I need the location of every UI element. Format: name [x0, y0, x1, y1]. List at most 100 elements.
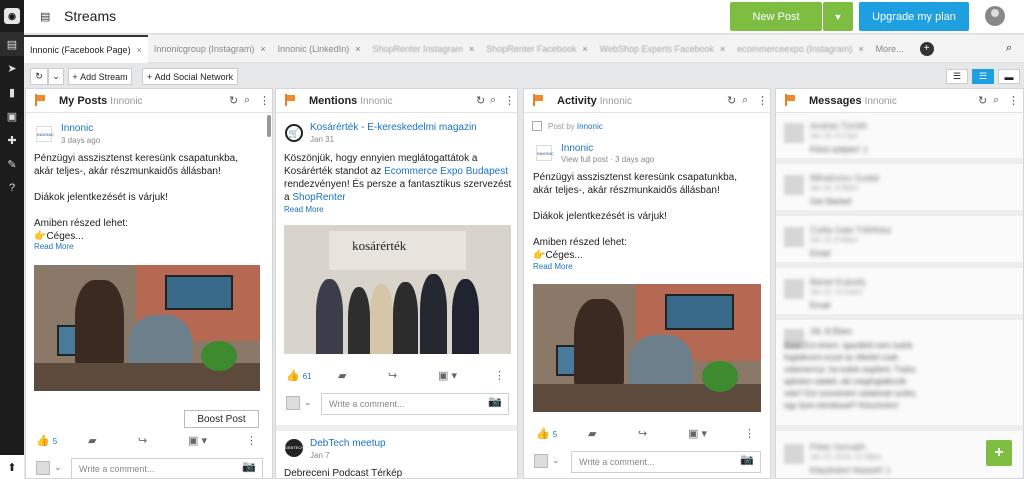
post-time[interactable]: Jan 31 [310, 135, 334, 144]
comment-icon[interactable]: ▰ [338, 369, 346, 382]
comment-icon[interactable]: ▰ [88, 434, 96, 447]
more-options-icon[interactable]: ⋮ [494, 369, 505, 382]
close-icon[interactable]: × [858, 44, 863, 54]
commenter-avatar[interactable] [36, 461, 50, 475]
assignments-nav-icon[interactable]: ▣ [0, 104, 24, 128]
post-time[interactable]: 3 days ago [61, 136, 100, 145]
read-more-link[interactable]: Read More [34, 242, 74, 251]
search-icon[interactable]: ⌕ [490, 94, 496, 107]
post-photo[interactable]: kosárérték [284, 225, 511, 354]
close-icon[interactable]: × [260, 44, 265, 54]
add-tab-icon[interactable]: + [919, 41, 934, 56]
schedule-icon[interactable]: ▣ ▾ [438, 369, 457, 382]
tools-nav-icon[interactable]: ✎ [0, 152, 24, 176]
search-icon[interactable]: ⌕ [742, 94, 748, 107]
comment-icon[interactable]: ▰ [588, 427, 596, 440]
more-options-icon[interactable]: ⋮ [757, 94, 768, 107]
schedule-icon[interactable]: ▣ ▾ [688, 427, 707, 440]
comment-input[interactable]: Write a comment... [321, 393, 509, 415]
add-social-network-button[interactable]: + Add Social Network [142, 68, 238, 85]
tab-more[interactable]: More... [870, 35, 910, 63]
more-options-icon[interactable]: ⋮ [504, 94, 515, 107]
tab-shoprenter-facebook[interactable]: ShopRenter Facebook × [480, 35, 593, 63]
refresh-icon[interactable]: ↻ [229, 94, 238, 107]
compact-view-icon[interactable]: ☰ [972, 69, 994, 84]
camera-icon[interactable]: 📷 [740, 453, 754, 466]
message-item[interactable]: Mihalovics Gudat Jan 16, 4:55pm Get Star… [776, 166, 1023, 216]
like-icon[interactable]: 👍 5 [536, 427, 557, 440]
refresh-icon[interactable]: ↻ [476, 94, 485, 107]
close-icon[interactable]: × [582, 44, 587, 54]
read-more-link[interactable]: Read More [284, 205, 324, 214]
publisher-nav-icon[interactable]: ➤ [0, 56, 24, 80]
refresh-icon[interactable]: ↻ [978, 94, 987, 107]
streams-nav-icon[interactable]: ▤ [0, 32, 24, 56]
chevron-down-icon[interactable]: ⌄ [54, 462, 62, 473]
close-icon[interactable]: × [720, 44, 725, 54]
commenter-avatar[interactable] [286, 396, 300, 410]
ecommerce-expo-link[interactable]: Ecommerce Expo Budapest [384, 166, 508, 177]
analytics-nav-icon[interactable]: ▮ [0, 80, 24, 104]
scrollbar[interactable] [267, 115, 271, 137]
like-icon[interactable]: 👍 5 [36, 434, 57, 447]
tab-webshop-experts-facebook[interactable]: WebShop Experts Facebook × [594, 35, 732, 63]
shoprenter-link[interactable]: ShopRenter [292, 192, 345, 203]
new-post-dropdown-chevron-icon[interactable]: ▼ [823, 2, 853, 31]
upgrade-plan-button[interactable]: Upgrade my plan [859, 2, 969, 31]
tab-ecommerceexpo-instagram[interactable]: ecommerceexpo (Instagram) × [731, 35, 869, 63]
message-item[interactable]: Bánet Kubolty Jan 15, 12:01pm Email [776, 270, 1023, 320]
new-post-button[interactable]: New Post [730, 2, 822, 31]
post-time[interactable]: 3 days ago [615, 155, 654, 164]
refresh-icon[interactable]: ↻ [30, 68, 48, 85]
share-icon[interactable]: ↪ [638, 427, 647, 440]
close-icon[interactable]: × [355, 44, 360, 54]
post-photo[interactable] [533, 284, 761, 412]
wide-view-icon[interactable]: ▬ [998, 69, 1020, 84]
posted-by-account[interactable]: Innonic [577, 122, 603, 131]
tab-innonic-facebook[interactable]: Innonic (Facebook Page) × [24, 34, 148, 63]
schedule-icon[interactable]: ▣ ▾ [188, 434, 207, 447]
camera-icon[interactable]: 📷 [242, 460, 256, 473]
camera-icon[interactable]: 📷 [488, 395, 502, 408]
read-more-link[interactable]: Read More [533, 262, 573, 271]
refresh-options-chevron-icon[interactable]: ⌄ [48, 68, 64, 85]
like-icon[interactable]: 👍 61 [286, 369, 312, 382]
user-avatar[interactable] [985, 6, 1005, 26]
search-icon[interactable]: ⌕ [993, 94, 999, 107]
comment-input[interactable]: Write a comment... [71, 458, 263, 478]
list-view-icon[interactable]: ☰ [946, 69, 968, 84]
hootsuite-logo[interactable]: ◉ [0, 0, 24, 32]
message-item[interactable]: Jrk, 8:30am Szia! Ezt értem. Igazából ne… [776, 321, 1023, 431]
message-item[interactable]: Csilla Gabi Tóthfoka Jan 15, 8:45pm Emai… [776, 218, 1023, 268]
more-options-icon[interactable]: ⋮ [259, 94, 270, 107]
add-column-button[interactable]: + [986, 440, 1012, 466]
post-photo[interactable] [34, 265, 260, 391]
search-icon[interactable]: ⌕ [244, 94, 250, 107]
post-author[interactable]: Innonic [61, 123, 93, 134]
more-options-icon[interactable]: ⋮ [246, 434, 257, 447]
post-author[interactable]: DebTech meetup [310, 438, 386, 449]
commenter-avatar[interactable] [534, 454, 548, 468]
close-icon[interactable]: × [469, 44, 474, 54]
tab-innonic-linkedin[interactable]: Innonic (LinkedIn) × [272, 35, 367, 63]
share-icon[interactable]: ↪ [388, 369, 397, 382]
comment-input[interactable]: Write a comment... [571, 451, 761, 473]
upload-icon[interactable]: ⬆ [0, 455, 24, 479]
chevron-down-icon[interactable]: ⌄ [304, 397, 312, 408]
add-stream-button[interactable]: + Add Stream [68, 68, 132, 85]
tab-shoprenter-instagram[interactable]: ShopRenter Instagram × [366, 35, 480, 63]
boost-post-button[interactable]: Boost Post [184, 410, 259, 428]
help-nav-icon[interactable]: ? [0, 176, 24, 200]
share-icon[interactable]: ↪ [138, 434, 147, 447]
search-icon[interactable]: ⌕ [1006, 42, 1012, 55]
post-author[interactable]: Kosárérték - E-kereskedelmi magazin [310, 122, 477, 133]
refresh-icon[interactable]: ↻ [727, 94, 736, 107]
more-options-icon[interactable]: ⋮ [744, 427, 755, 440]
post-author[interactable]: Innonic [561, 143, 593, 154]
more-options-icon[interactable]: ⋮ [1008, 94, 1019, 107]
view-full-post-link[interactable]: View full post [561, 155, 608, 164]
tab-innonicgroup-instagram[interactable]: Innonicgroup (Instagram) × [148, 35, 272, 63]
close-icon[interactable]: × [137, 45, 142, 55]
chevron-down-icon[interactable]: ⌄ [552, 455, 560, 466]
message-item[interactable]: András Tóróth Jan 16, 5:17pm Köszi szépe… [776, 114, 1023, 164]
